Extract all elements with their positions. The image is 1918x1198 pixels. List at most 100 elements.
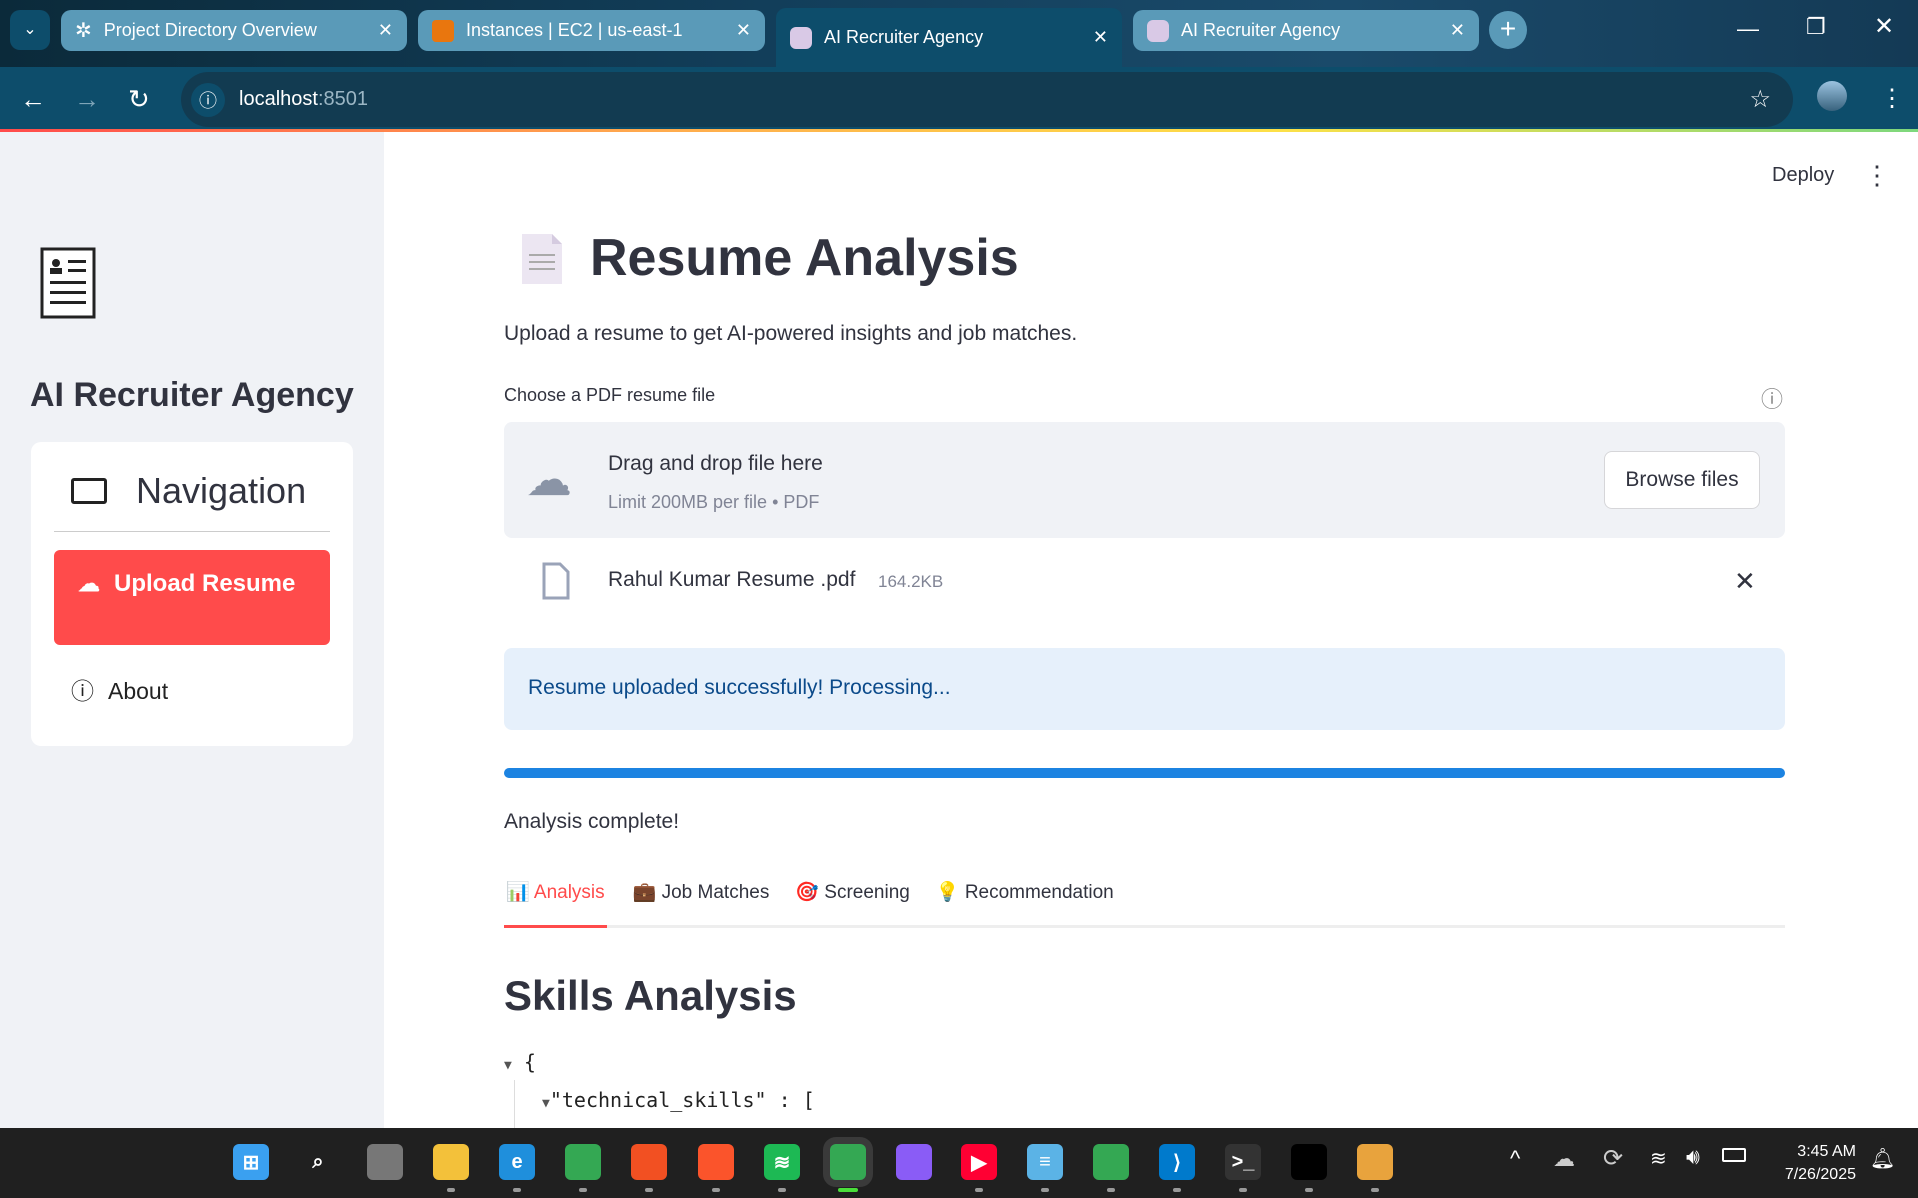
file-dropzone[interactable]: ☁ Drag and drop file here Limit 200MB pe… bbox=[504, 422, 1785, 538]
close-tab-icon[interactable]: ✕ bbox=[1093, 27, 1108, 48]
windows-taskbar: ⊞ ⌕ e ≋ ▶ ≡ ⟩ >_ ^ ☁ ⟳ ≋ 🔊︎ 3:45 AM 7/26/2025 🔔… bbox=[0, 1128, 1918, 1198]
running-indicator bbox=[513, 1188, 521, 1192]
resume-document-icon bbox=[40, 247, 96, 319]
nav-item-about[interactable]: ⓘ About bbox=[71, 672, 168, 706]
running-indicator bbox=[1371, 1188, 1379, 1192]
copilot-icon[interactable] bbox=[896, 1144, 932, 1180]
running-indicator bbox=[579, 1188, 587, 1192]
minimize-button[interactable]: — bbox=[1737, 16, 1759, 42]
restore-button[interactable]: ❐ bbox=[1806, 14, 1826, 40]
brave-icon[interactable] bbox=[698, 1144, 734, 1180]
battery-icon[interactable] bbox=[1722, 1148, 1746, 1162]
close-tab-icon[interactable]: ✕ bbox=[736, 20, 751, 41]
chrome-icon[interactable] bbox=[565, 1144, 601, 1180]
divider bbox=[54, 531, 330, 532]
chrome-active-icon[interactable] bbox=[830, 1144, 866, 1180]
robot-icon bbox=[790, 26, 812, 49]
tab-search-button[interactable]: ⌄ bbox=[10, 10, 50, 50]
progress-fill bbox=[504, 768, 1785, 778]
browser-menu-icon[interactable]: ⋮ bbox=[1880, 81, 1904, 117]
openai-icon: ✲ bbox=[75, 20, 92, 42]
url-port: :8501 bbox=[317, 88, 368, 110]
tab-analysis[interactable]: 📊 Analysis bbox=[504, 880, 607, 928]
file-name: Rahul Kumar Resume .pdf bbox=[608, 568, 856, 591]
deploy-button[interactable]: Deploy bbox=[1772, 164, 1834, 187]
app-menu-icon[interactable]: ⋮ bbox=[1864, 160, 1890, 191]
collapse-toggle-icon[interactable]: ▼ bbox=[542, 1096, 550, 1111]
task-view-icon[interactable] bbox=[367, 1144, 403, 1180]
spotify-icon[interactable]: ≋ bbox=[764, 1144, 800, 1180]
close-window-button[interactable]: ✕ bbox=[1874, 12, 1894, 41]
navigation-title: Navigation bbox=[136, 470, 307, 511]
uploader-label: Choose a PDF resume file bbox=[504, 385, 716, 405]
close-tab-icon[interactable]: ✕ bbox=[378, 20, 393, 41]
browser-tab[interactable]: AI Recruiter Agency ✕ bbox=[1133, 10, 1479, 51]
navigation-card: Navigation ☁ Upload Resume ⓘ About bbox=[31, 442, 353, 746]
terminal-icon[interactable]: >_ bbox=[1225, 1144, 1261, 1180]
sidebar: AI Recruiter Agency Navigation ☁ Upload R… bbox=[0, 132, 384, 1128]
running-indicator bbox=[1107, 1188, 1115, 1192]
result-tabs: 📊 Analysis 💼 Job Matches 🎯 Screening 💡 R… bbox=[504, 880, 1785, 928]
volume-icon[interactable]: 🔊︎ bbox=[1686, 1144, 1700, 1170]
onedrive-icon[interactable]: ☁ bbox=[1553, 1146, 1575, 1172]
info-alert-text: Resume uploaded successfully! Processing… bbox=[528, 676, 951, 699]
file-icon bbox=[542, 562, 570, 600]
info-alert: Resume uploaded successfully! Processing… bbox=[504, 648, 1785, 730]
nav-item-upload-resume[interactable]: ☁ Upload Resume bbox=[54, 550, 330, 645]
microsoft-store-icon[interactable] bbox=[631, 1144, 667, 1180]
running-indicator bbox=[1173, 1188, 1181, 1192]
notifications-icon[interactable]: 🔔︎ bbox=[1870, 1146, 1895, 1171]
drag-drop-text: Drag and drop file here bbox=[608, 452, 823, 475]
cloud-upload-icon: ☁ bbox=[78, 571, 100, 596]
briefcase-icon: 💼 bbox=[632, 882, 657, 903]
git-kraken-icon[interactable] bbox=[1357, 1144, 1393, 1180]
file-explorer-icon[interactable] bbox=[433, 1144, 469, 1180]
back-button[interactable]: ← bbox=[20, 81, 46, 117]
wifi-icon[interactable]: ≋ bbox=[1650, 1146, 1667, 1171]
address-bar[interactable]: ⓘ localhost:8501 ☆ bbox=[181, 72, 1793, 127]
running-indicator bbox=[778, 1188, 786, 1192]
browser-tab[interactable]: Instances | EC2 | us-east-1 ✕ bbox=[418, 10, 765, 51]
site-info-icon[interactable]: ⓘ bbox=[191, 82, 225, 117]
sync-icon[interactable]: ⟳ bbox=[1603, 1144, 1623, 1173]
new-tab-button[interactable]: + bbox=[1489, 11, 1527, 49]
vscode-icon[interactable]: ⟩ bbox=[1159, 1144, 1195, 1180]
info-icon: ⓘ bbox=[71, 678, 94, 704]
tab-recommendation[interactable]: 💡 Recommendation bbox=[936, 880, 1114, 925]
status-text: Analysis complete! bbox=[504, 810, 680, 833]
show-hidden-icons[interactable]: ^ bbox=[1510, 1146, 1520, 1172]
collapse-toggle-icon[interactable]: ▼ bbox=[504, 1058, 512, 1073]
command-prompt-icon[interactable] bbox=[1291, 1144, 1327, 1180]
aws-ec2-icon bbox=[432, 19, 454, 42]
running-indicator bbox=[975, 1188, 983, 1192]
sidebar-title: AI Recruiter Agency bbox=[30, 376, 354, 414]
upload-limit-text: Limit 200MB per file • PDF bbox=[608, 492, 820, 512]
clock-date: 7/26/2025 bbox=[1784, 1166, 1856, 1183]
tab-screening[interactable]: 🎯 Screening bbox=[795, 880, 910, 925]
help-icon[interactable]: ⓘ bbox=[1761, 382, 1783, 414]
page-subtitle: Upload a resume to get AI-powered insigh… bbox=[504, 322, 1078, 345]
remove-file-button[interactable]: ✕ bbox=[1734, 566, 1756, 597]
profile-avatar[interactable] bbox=[1817, 81, 1847, 111]
tab-job-matches[interactable]: 💼 Job Matches bbox=[633, 880, 770, 925]
bookmark-star-icon[interactable]: ☆ bbox=[1749, 85, 1771, 114]
running-indicator bbox=[712, 1188, 720, 1192]
json-key: "technical_skills" bbox=[549, 1088, 767, 1112]
search-icon[interactable]: ⌕ bbox=[300, 1144, 336, 1180]
running-indicator bbox=[645, 1188, 653, 1192]
forward-button[interactable]: → bbox=[74, 81, 100, 117]
start-icon[interactable]: ⊞ bbox=[233, 1144, 269, 1180]
browser-tab-active[interactable]: AI Recruiter Agency ✕ bbox=[776, 8, 1122, 67]
close-tab-icon[interactable]: ✕ bbox=[1450, 20, 1465, 41]
running-indicator bbox=[1041, 1188, 1049, 1192]
clock[interactable]: 3:45 AM 7/26/2025 bbox=[1766, 1140, 1856, 1186]
reload-button[interactable]: ↻ bbox=[128, 81, 150, 117]
chrome-profile-icon[interactable] bbox=[1093, 1144, 1129, 1180]
notepad-icon[interactable]: ≡ bbox=[1027, 1144, 1063, 1180]
browser-tab[interactable]: ✲ Project Directory Overview ✕ bbox=[61, 10, 407, 51]
target-icon: 🎯 bbox=[795, 882, 820, 903]
file-size: 164.2KB bbox=[878, 572, 944, 591]
edge-icon[interactable]: e bbox=[499, 1144, 535, 1180]
browse-files-button[interactable]: Browse files bbox=[1604, 451, 1760, 509]
youtube-icon[interactable]: ▶ bbox=[961, 1144, 997, 1180]
